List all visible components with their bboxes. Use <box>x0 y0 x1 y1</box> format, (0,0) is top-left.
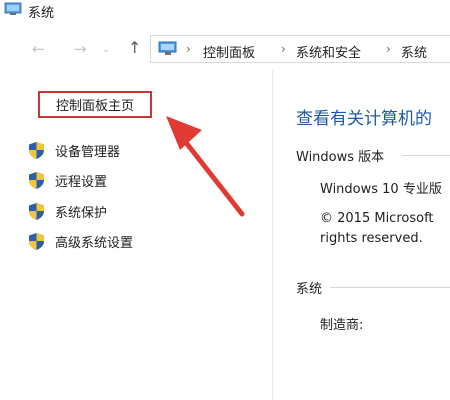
breadcrumb-separator: › <box>386 42 391 56</box>
back-button[interactable]: ← <box>32 40 45 58</box>
sidebar-item-device-manager[interactable]: 设备管理器 <box>28 140 120 160</box>
annotation-arrow-icon <box>166 116 245 217</box>
windows-edition-heading: Windows 版本 <box>296 150 385 165</box>
control-panel-home-link[interactable]: 控制面板主页 <box>38 91 152 118</box>
breadcrumb-separator: › <box>281 42 286 56</box>
copyright-text: © 2015 Microsoft <box>320 211 434 226</box>
breadcrumb-system[interactable]: 系统 <box>401 42 427 61</box>
sidebar-item-system-protection[interactable]: 系统保护 <box>28 201 107 221</box>
breadcrumb-system-security[interactable]: 系统和安全 <box>296 42 361 61</box>
section-divider <box>402 155 450 156</box>
control-panel-icon <box>158 41 177 55</box>
sidebar-item-label: 系统保护 <box>55 205 108 221</box>
uac-shield-icon <box>29 171 44 189</box>
system-heading: 系统 <box>296 282 323 297</box>
monitor-icon <box>4 2 22 15</box>
page-title: 查看有关计算机的 <box>296 109 432 129</box>
pane-divider <box>272 70 273 400</box>
copyright-text-line2: rights reserved. <box>320 231 423 246</box>
recent-dropdown-icon[interactable]: ⌄ <box>102 44 110 55</box>
sidebar-item-label: 高级系统设置 <box>55 235 134 251</box>
uac-shield-icon <box>29 202 44 220</box>
sidebar-item-advanced-settings[interactable]: 高级系统设置 <box>28 231 133 251</box>
breadcrumb-control-panel[interactable]: 控制面板 <box>203 42 255 61</box>
sidebar-item-label: 远程设置 <box>55 174 108 190</box>
sidebar-item-label: 设备管理器 <box>55 144 121 160</box>
window-title: 系统 <box>28 6 55 21</box>
manufacturer-label: 制造商: <box>320 318 364 333</box>
breadcrumb-separator: › <box>186 42 191 56</box>
sidebar-item-remote-settings[interactable]: 远程设置 <box>28 170 107 190</box>
uac-shield-icon <box>29 232 44 250</box>
section-divider <box>330 287 450 288</box>
windows-edition-value: Windows 10 专业版 <box>320 182 442 197</box>
forward-button[interactable]: → <box>74 40 87 58</box>
up-button[interactable]: ↑ <box>128 38 141 57</box>
uac-shield-icon <box>29 141 44 159</box>
